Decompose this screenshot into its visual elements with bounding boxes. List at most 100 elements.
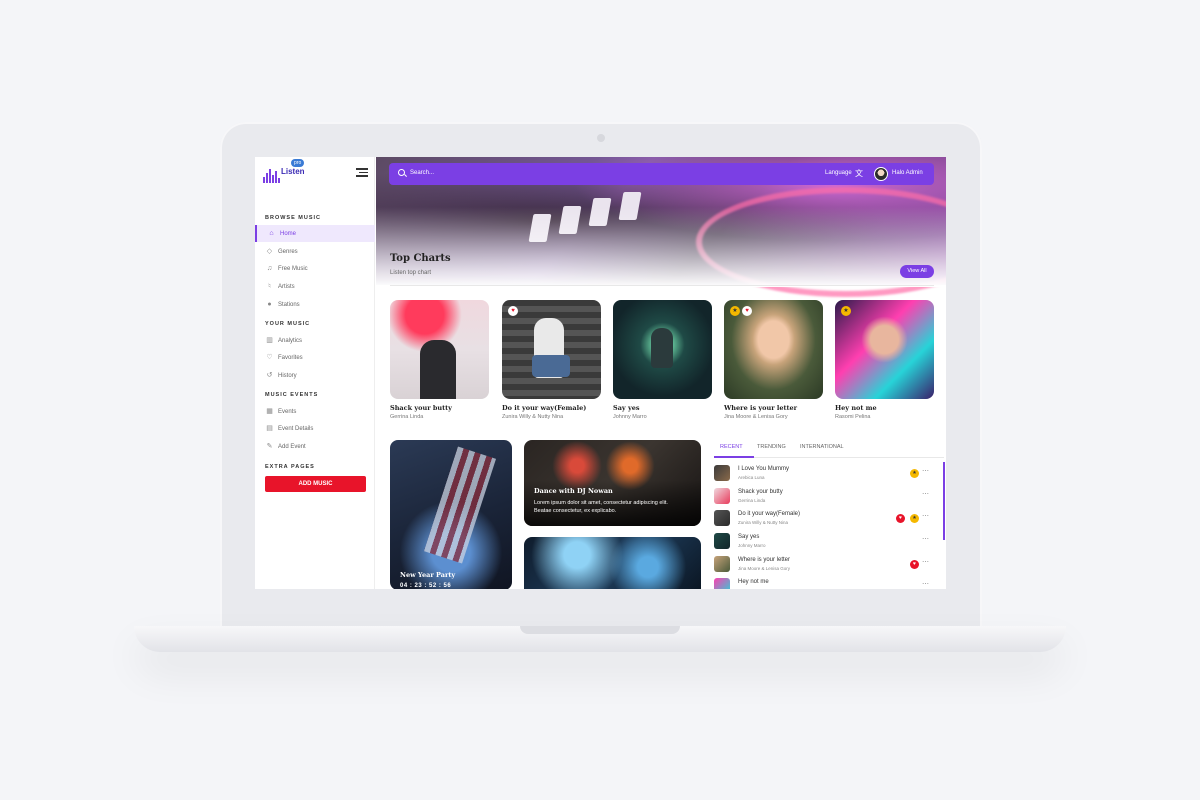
sidebar-item-genres[interactable]: ◇ Genres [255,243,375,260]
event-description: Lorem ipsum dolor sit amet, consectetur … [534,500,668,514]
chart-card[interactable]: ♥ Do it your way(Female) Zunira Willy & … [502,300,601,420]
more-icon[interactable]: ⋯ [922,467,929,475]
bar-chart-icon: ▥ [266,337,273,344]
event-card-new-year[interactable]: New Year Party 04 : 23 : 52 : 56 [390,440,512,589]
chart-card[interactable]: Say yes Johnny Marro [613,300,712,420]
more-icon[interactable]: ⋯ [922,535,929,543]
star-icon[interactable]: ★ [841,306,851,316]
more-icon[interactable]: ⋯ [922,558,929,566]
sidebar-item-label: History [278,372,297,379]
camera [597,134,605,142]
sidebar-item-analytics[interactable]: ▥ Analytics [255,332,375,349]
star-icon[interactable]: ★ [910,469,919,478]
track-title: Do it your way(Female) [502,404,587,412]
list-item[interactable]: I Love You Mummy Arebica Luna ★ ⋯ [714,464,934,484]
language-selector[interactable]: Language [825,170,852,176]
cover-image: ★ ♥ [724,300,823,399]
track-title: I Love You Mummy [738,466,790,472]
heart-icon[interactable]: ♥ [896,514,905,523]
event-countdown: 04 : 23 : 52 : 56 [400,583,452,589]
cover-image: ★ [835,300,934,399]
track-artist: Johnny Marro [613,414,647,420]
avatar[interactable] [874,167,888,181]
page-title: Top Charts [390,253,451,264]
active-tab-indicator [714,456,754,458]
heart-icon: ♡ [266,354,273,361]
sidebar-item-label: Events [278,408,297,415]
heart-icon[interactable]: ♥ [508,306,518,316]
more-icon[interactable]: ⋯ [922,490,929,498]
tab-bar: RECENT TRENDING INTERNATIONAL [714,442,944,458]
track-artist: Jina Moore & Lenisa Gory [738,566,791,571]
section-browse-music: BROWSE MUSIC [265,215,321,221]
event-card-concert[interactable] [524,537,701,589]
chart-card[interactable]: ★ Hey not me Rasomi Pelina [835,300,934,420]
list-item[interactable]: Say yes Johnny Marro ⋯ [714,532,934,552]
tab-trending[interactable]: TRENDING [757,444,786,450]
section-your-music: YOUR MUSIC [265,321,311,327]
star-icon[interactable]: ★ [910,514,919,523]
tab-international[interactable]: INTERNATIONAL [800,444,844,450]
sidebar-item-label: Stations [278,301,300,308]
sidebar-item-events[interactable]: ▦ Events [255,403,375,420]
view-all-button[interactable]: View All [900,265,934,278]
thumbnail [714,510,730,526]
add-music-button[interactable]: ADD MUSIC [265,476,366,492]
app-screen: Listen pro BROWSE MUSIC ⌂ Home ◇ Genres ♫ F… [255,157,946,589]
list-item[interactable]: Hey not me ⋯ [714,577,934,589]
menu-toggle-icon[interactable] [356,168,368,179]
scrollbar[interactable] [943,462,945,540]
sidebar-item-label: Home [280,230,297,237]
list-item[interactable]: Where is your letter Jina Moore & Lenisa… [714,555,934,575]
chart-card[interactable]: Shack your butty Gerrina Linda [390,300,489,420]
more-icon[interactable]: ⋯ [922,512,929,520]
chart-card[interactable]: ★ ♥ Where is your letter Jina Moore & Le… [724,300,823,420]
logo-text: Listen [281,167,305,176]
sidebar-item-label: Favorites [278,354,303,361]
section-extra-pages: EXTRA PAGES [265,464,315,470]
sidebar-item-free-music[interactable]: ♫ Free Music [255,260,375,277]
tab-recent[interactable]: RECENT [720,444,743,450]
sidebar-item-artists[interactable]: ♮ Artists [255,278,375,295]
cover-image: ♥ [502,300,601,399]
logo[interactable] [263,165,281,183]
sidebar-item-history[interactable]: ↺ History [255,367,375,384]
thumbnail [714,465,730,481]
logo-badge: pro [291,159,305,167]
track-title: Hey not me [738,579,769,585]
cover-image [613,300,712,399]
event-title: New Year Party [400,571,456,579]
search-input[interactable]: Search... [410,170,434,176]
sidebar-item-label: Free Music [278,265,308,272]
translate-icon[interactable]: 文 [855,168,863,179]
sidebar-item-home[interactable]: ⌂ Home [255,225,375,242]
track-title: Where is your letter [724,404,798,412]
cover-image [390,300,489,399]
sidebar-item-event-details[interactable]: ▤ Event Details [255,420,375,437]
heart-icon[interactable]: ♥ [910,560,919,569]
sidebar-item-label: Genres [278,248,298,255]
list-item[interactable]: Do it your way(Female) Zunira Willy & Nu… [714,509,934,529]
user-name[interactable]: Halo Admin [892,170,923,176]
event-card-dj[interactable]: Dance with DJ Nowan Lorem ipsum dolor si… [524,440,701,526]
sidebar-item-add-event[interactable]: ✎ Add Event [255,438,375,455]
list-item[interactable]: Shack your butty Gerrina Linda ⋯ [714,487,934,507]
star-icon[interactable]: ★ [730,306,740,316]
sidebar-item-label: Artists [278,283,295,290]
page-subtitle: Listen top chart [390,270,432,276]
track-artist: Arebica Luna [738,475,765,480]
thumbnail [714,533,730,549]
search-icon[interactable] [398,169,405,176]
calendar-icon: ▦ [266,408,273,415]
event-title: Dance with DJ Nowan [534,487,613,495]
track-artist: Johnny Marro [738,543,766,548]
logo-waveform-icon [263,165,281,183]
heart-icon[interactable]: ♥ [742,306,752,316]
sidebar-item-stations[interactable]: ● Stations [255,296,375,313]
track-artist: Rasomi Pelina [835,414,871,420]
more-icon[interactable]: ⋯ [922,580,929,588]
track-title: Say yes [613,404,640,412]
history-icon: ↺ [266,372,273,379]
thumbnail [714,578,730,589]
sidebar-item-favorites[interactable]: ♡ Favorites [255,349,375,366]
